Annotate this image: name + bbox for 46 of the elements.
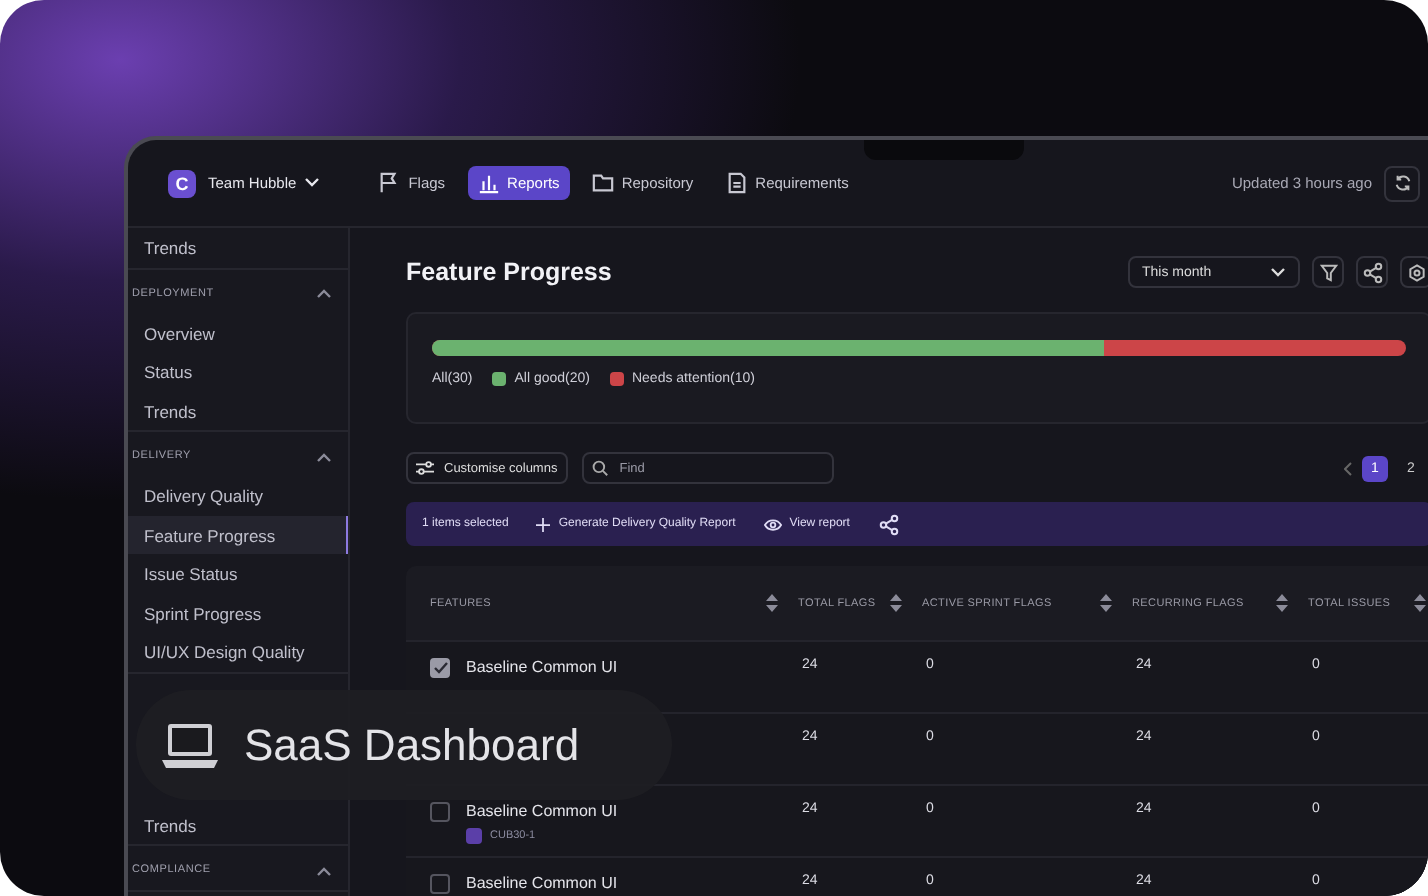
sort-icon[interactable] [1276,594,1288,612]
chevron-down-icon [1270,267,1286,277]
sidebar-item[interactable]: Status [128,352,348,391]
feature-name: Baseline Common UI [466,802,618,820]
row-checkbox[interactable] [430,874,450,894]
page-title: Feature Progress [406,258,612,286]
feature-name: Baseline Common UI [466,658,618,676]
sidebar-item[interactable]: Trends [128,228,348,267]
sidebar-item[interactable]: Overview [128,313,348,352]
previous-page-icon[interactable] [1344,461,1352,475]
sort-icon[interactable] [890,594,902,612]
settings-button[interactable] [1400,256,1428,288]
laptop-icon [160,721,220,769]
sort-icon[interactable] [766,594,778,612]
share-icon[interactable] [877,513,900,535]
caption-text: SaaS Dashboard [244,719,580,771]
chevron-up-icon[interactable] [316,288,332,298]
settings-icon [1407,263,1425,281]
sidebar-item[interactable]: Trends [128,391,348,430]
sidebar-item[interactable]: Issue Status [128,554,348,593]
sidebar-item[interactable]: Sprint Progress [128,593,348,632]
row-checkbox[interactable] [430,802,450,822]
chevron-up-icon[interactable] [316,451,332,461]
sidebar-item[interactable]: Delivery Quality [128,476,348,515]
search-icon [591,460,608,476]
sidebar-item[interactable]: Trends [128,805,348,844]
flag-icon [378,172,401,194]
filter-icon [1319,263,1337,281]
row-checkbox[interactable] [430,658,450,678]
refresh-icon [1393,174,1411,192]
filter-button[interactable] [1312,256,1344,288]
sort-icon[interactable] [1100,594,1112,612]
folder-icon [591,172,614,194]
sidebar-item[interactable]: UI/UX Design Quality [128,632,348,671]
feature-name: Baseline Common UI [466,874,618,892]
plus-icon [536,517,551,531]
bar-chart-icon [477,172,500,194]
sliders-icon [416,460,434,476]
refresh-button[interactable] [1384,165,1420,201]
team-logo: C [168,169,196,197]
sort-icon[interactable] [1414,594,1426,612]
eye-icon [763,517,782,531]
sidebar-item[interactable]: Feature Progress [128,515,348,554]
chevron-down-icon [304,178,321,188]
document-icon [725,172,748,194]
chevron-up-icon[interactable] [316,865,332,875]
